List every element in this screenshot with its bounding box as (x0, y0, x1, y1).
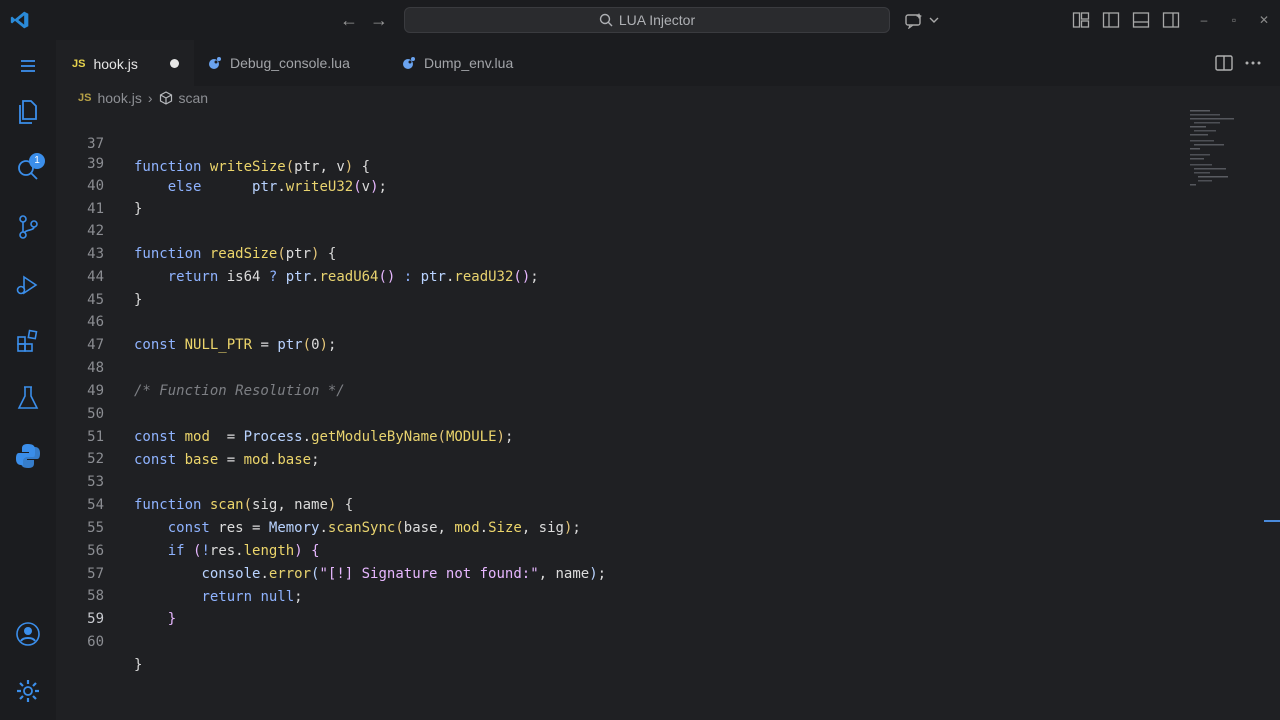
code-line[interactable]: 58 } (56, 562, 1186, 627)
customize-layout-icon[interactable] (1072, 11, 1090, 29)
code-line[interactable]: 52 (56, 425, 1186, 467)
close-icon[interactable]: ✕ (1254, 10, 1274, 30)
settings-gear-icon[interactable] (14, 677, 42, 705)
minimap[interactable] (1188, 108, 1238, 188)
toggle-secondary-sidebar-icon[interactable] (1162, 11, 1180, 29)
code-line[interactable]: 54 const res = Memory.scanSync(base, mod… (56, 471, 1186, 536)
title-bar: ← → LUA Injector – ▫ ✕ (0, 0, 1280, 40)
code-line[interactable]: 44 } (56, 243, 1186, 308)
search-icon[interactable] (14, 156, 42, 184)
toggle-panel-icon[interactable] (1132, 11, 1150, 29)
command-center-search[interactable]: LUA Injector (404, 7, 890, 33)
search-icon (599, 13, 613, 27)
run-and-debug-icon[interactable] (14, 271, 42, 299)
unsaved-dot-icon[interactable] (169, 59, 179, 68)
code-line[interactable]: 43 return is64 ? ptr.readU64() : ptr.rea… (56, 220, 1186, 285)
code-line[interactable]: 47 (56, 311, 1186, 353)
code-line[interactable]: 56 console.error("[!] Signature not foun… (56, 517, 1186, 582)
activity-bar: 1 (0, 40, 56, 720)
source-control-icon[interactable] (14, 213, 42, 241)
split-editor-icon[interactable] (1214, 53, 1234, 73)
breadcrumb: JS hook.js › scan (78, 88, 208, 108)
back-arrow-icon[interactable]: ← (339, 10, 359, 30)
code-line[interactable]: 60 } (56, 608, 1186, 673)
code-line[interactable]: 57 return null; (56, 540, 1186, 605)
tab-label: Dump_env.lua (424, 55, 514, 71)
javascript-file-icon: JS (72, 57, 86, 70)
code-line[interactable]: 59 (56, 585, 1186, 627)
code-line[interactable]: 45 (56, 266, 1186, 308)
minimize-icon[interactable]: – (1194, 10, 1214, 30)
code-editor[interactable]: 37 function writeSize(ptr, v) { 39 else … (56, 110, 1280, 720)
python-icon[interactable] (14, 442, 42, 470)
breadcrumb-file[interactable]: hook.js (97, 90, 141, 106)
accounts-icon[interactable] (14, 620, 42, 648)
lua-file-icon (403, 57, 415, 69)
toggle-primary-sidebar-icon[interactable] (1102, 11, 1120, 29)
restore-icon[interactable]: ▫ (1224, 10, 1244, 30)
code-line[interactable]: 49 (56, 357, 1186, 399)
code-line[interactable]: 53 function scan(sig, name) { (56, 448, 1186, 513)
more-actions-icon[interactable] (1243, 53, 1263, 73)
code-line[interactable]: 46 const NULL_PTR = ptr(0); (56, 288, 1186, 353)
code-line[interactable]: 39 else ptr.writeU32(v); (56, 130, 1186, 195)
line-number: 60 (87, 634, 104, 650)
chevron-down-icon[interactable] (928, 11, 940, 29)
breadcrumb-symbol[interactable]: scan (179, 90, 209, 106)
symbol-method-icon (159, 91, 172, 105)
tab-label: Debug_console.lua (230, 55, 350, 71)
editor-tab-bar: JS hook.js Debug_console.lua Dump_env.lu… (56, 40, 1280, 86)
extensions-icon[interactable] (14, 327, 42, 355)
code-line[interactable]: 55 if (!res.length) { (56, 494, 1186, 559)
code-line[interactable]: 42 function readSize(ptr) { (56, 197, 1186, 262)
chevron-right-icon: › (147, 90, 153, 106)
scrollbar-marker[interactable] (1264, 520, 1280, 522)
tab-label: hook.js (93, 55, 138, 72)
copilot-icon[interactable] (904, 11, 926, 29)
search-text: LUA Injector (618, 12, 696, 28)
explorer-icon[interactable] (14, 98, 42, 126)
tab-hook-js[interactable]: JS hook.js (56, 40, 194, 86)
lua-file-icon (209, 57, 221, 69)
tab-debug-console-lua[interactable]: Debug_console.lua (208, 40, 388, 86)
code-line[interactable]: 48 /* Function Resolution */ (56, 334, 1186, 399)
testing-icon[interactable] (14, 384, 42, 412)
code-line[interactable]: 50 const mod = Process.getModuleByName(M… (56, 380, 1186, 445)
vscode-logo-icon (10, 11, 29, 29)
code-line[interactable]: 41 (56, 175, 1186, 217)
code-line[interactable]: 51 const base = mod.base; (56, 403, 1186, 468)
tab-dump-env-lua[interactable]: Dump_env.lua (402, 40, 552, 86)
menu-icon[interactable] (14, 52, 42, 80)
code-line[interactable]: 40 } (56, 152, 1186, 217)
forward-arrow-icon[interactable]: → (369, 10, 389, 30)
javascript-file-icon: JS (78, 92, 92, 104)
